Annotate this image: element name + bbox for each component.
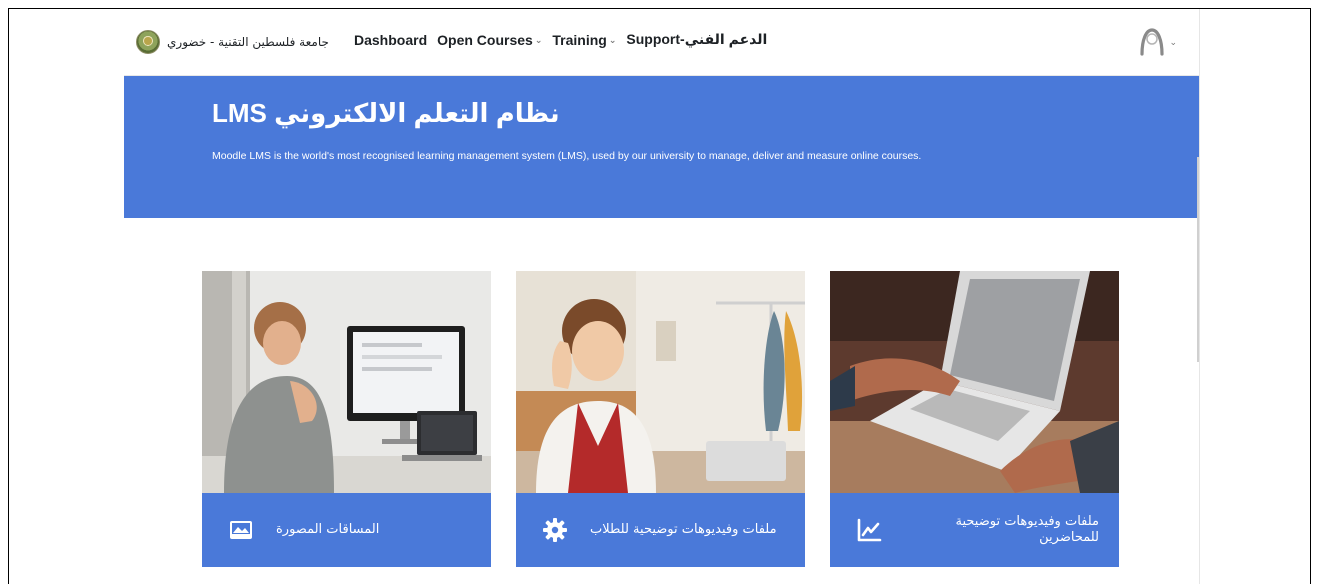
card-lecturer-resources[interactable]: ملفات وفيديوهات توضيحية للمحاضرين: [830, 271, 1119, 567]
card-footer: ملفات وفيديوهات توضيحية للطلاب: [516, 493, 805, 567]
video-gallery-icon: [228, 517, 254, 543]
hero-banner: LMS نظام التعلم الالكتروني Moodle LMS is…: [124, 76, 1199, 218]
card-image-child-waving: [516, 271, 805, 493]
card-label: ملفات وفيديوهات توضيحية للمحاضرين: [955, 514, 1099, 545]
site-brand-name: جامعة فلسطين التقنية - خضوري: [167, 35, 329, 49]
card-image-student-at-computer: [202, 271, 491, 493]
card-label: المساقات المصورة: [276, 522, 380, 537]
card-label: ملفات وفيديوهات توضيحية للطلاب: [590, 522, 777, 537]
chevron-down-icon: ⌄: [534, 35, 543, 45]
card-image-laptop-typing: [830, 271, 1119, 493]
primary-nav: Dashboard Open Courses ⌄ Training ⌄ Supp…: [354, 31, 767, 48]
nav-open-courses-label: Open Courses: [437, 31, 533, 48]
line-chart-icon: [856, 517, 882, 543]
page-scrollbar[interactable]: [1197, 157, 1199, 362]
card-footer: ملفات وفيديوهات توضيحية للمحاضرين: [830, 493, 1119, 567]
chevron-down-icon: ⌄: [608, 35, 617, 45]
chevron-down-icon: ⌄: [1169, 36, 1177, 47]
card-student-resources[interactable]: ملفات وفيديوهات توضيحية للطلاب: [516, 271, 805, 567]
page-viewport: جامعة فلسطين التقنية - خضوري Dashboard O…: [124, 9, 1200, 584]
nav-training-label: Training: [552, 31, 607, 48]
nav-support[interactable]: Support-الدعم الفني: [626, 31, 767, 48]
site-brand-link[interactable]: جامعة فلسطين التقنية - خضوري: [136, 23, 329, 61]
user-menu-toggle[interactable]: ⌄: [1138, 24, 1177, 58]
university-logo: [136, 30, 160, 54]
card-footer: المساقات المصورة: [202, 493, 491, 567]
nav-training[interactable]: Training ⌄: [552, 32, 616, 48]
hero-description: Moodle LMS is the world's most recognise…: [212, 150, 922, 162]
top-navbar: جامعة فلسطين التقنية - خضوري Dashboard O…: [124, 9, 1199, 76]
user-avatar-icon: [1138, 24, 1166, 58]
card-recorded-courses[interactable]: المساقات المصورة: [202, 271, 491, 567]
nav-support-label: Support-الدعم الفني: [626, 31, 768, 47]
gear-icon: [542, 517, 568, 543]
nav-open-courses[interactable]: Open Courses ⌄: [437, 32, 542, 48]
nav-dashboard[interactable]: Dashboard: [354, 32, 427, 48]
hero-title: LMS نظام التعلم الالكتروني: [212, 98, 560, 128]
nav-dashboard-label: Dashboard: [354, 31, 428, 48]
